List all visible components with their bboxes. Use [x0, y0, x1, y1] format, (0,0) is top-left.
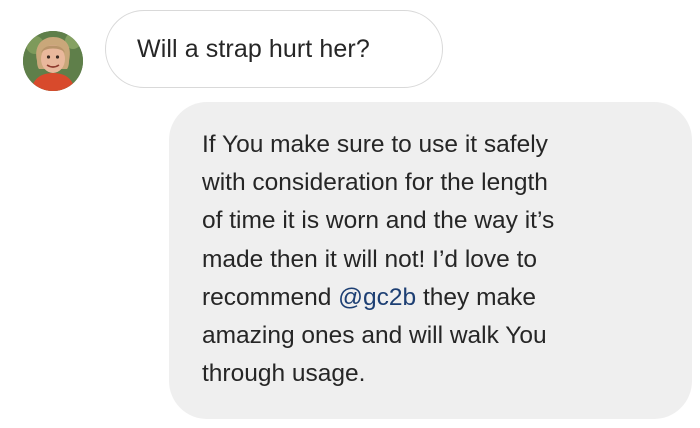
- mention-link[interactable]: @gc2b: [338, 284, 416, 311]
- message-line: amazing ones and will walk You: [202, 322, 547, 350]
- message-line: with consideration for the length: [202, 169, 548, 197]
- message-line: If You make sure to use it safely: [202, 131, 548, 158]
- message-text-fragment: they make: [416, 283, 537, 311]
- message-line: through usage.: [202, 360, 366, 388]
- message-thread: Will a strap hurt her? If You make sure …: [0, 0, 700, 428]
- message-line-with-mention: recommend @gc2b they make: [202, 279, 668, 317]
- avatar-photo: [23, 31, 83, 91]
- message-line: of time it is worn and the way it’s: [202, 207, 555, 235]
- message-line: made then it will not! I’d love to: [202, 245, 538, 273]
- avatar[interactable]: [23, 31, 83, 91]
- incoming-message-text: Will a strap hurt her?: [137, 34, 370, 63]
- incoming-message-bubble[interactable]: Will a strap hurt her?: [105, 10, 443, 88]
- outgoing-message-bubble[interactable]: If You make sure to use it safely with c…: [169, 102, 692, 419]
- message-text-fragment: recommend: [202, 283, 339, 311]
